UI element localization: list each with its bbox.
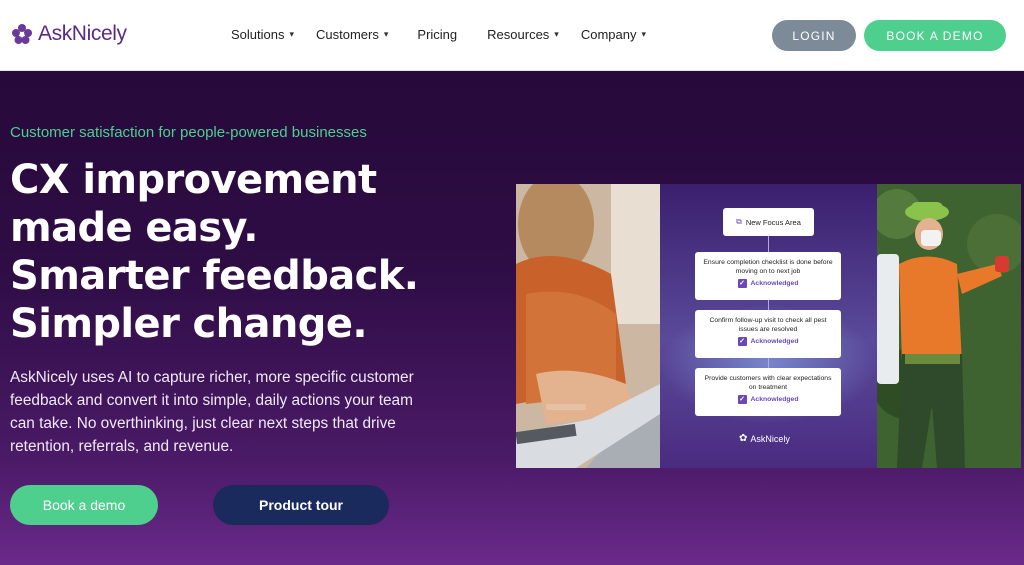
product-tour-button[interactable]: Product tour — [213, 485, 389, 525]
asknicely-logo[interactable]: AskNicely — [10, 22, 127, 46]
asknicely-flower-icon: ✿ — [739, 433, 748, 444]
nav-item-resources[interactable]: Resources ▾ — [487, 27, 559, 42]
brand-name: AskNicely — [38, 22, 127, 45]
nav-item-solutions[interactable]: Solutions ▾ — [231, 27, 294, 42]
focus-area-card[interactable]: ⧉ New Focus Area — [723, 208, 814, 236]
panel-brand-logo: ✿ AskNicely — [739, 433, 790, 444]
focus-area-title: New Focus Area — [745, 217, 801, 227]
main-nav: Solutions ▾ Customers ▾ Pricing Resource… — [231, 27, 668, 42]
status-label: Acknowledged — [750, 338, 799, 345]
task-text: Confirm follow-up visit to check all pes… — [709, 317, 827, 333]
woman-laptop-photo — [516, 184, 660, 468]
task-text: Provide customers with clear expectation… — [704, 375, 832, 391]
nav-label: Customers — [316, 27, 379, 42]
headline-line: CX improvement — [10, 157, 377, 203]
woman-laptop-illustration — [516, 184, 660, 468]
nav-item-pricing[interactable]: Pricing — [417, 27, 457, 42]
acknowledged-status: ✓ Acknowledged — [701, 337, 835, 346]
nav-label: Solutions — [231, 27, 285, 42]
hero-headline: CX improvement made easy. Smarter feedba… — [10, 156, 480, 348]
acknowledged-status: ✓ Acknowledged — [701, 395, 835, 404]
panel-brand-name: AskNicely — [750, 433, 790, 444]
technician-illustration — [877, 184, 1021, 468]
task-card[interactable]: Ensure completion checklist is done befo… — [695, 252, 841, 300]
headline-line: made easy. — [10, 205, 258, 251]
checkbox-checked-icon: ✓ — [737, 337, 747, 346]
chevron-down-icon: ▾ — [289, 29, 295, 39]
nav-label: Company — [580, 27, 637, 42]
headline-line: Simpler change. — [10, 301, 368, 347]
copy-icon: ⧉ — [736, 217, 742, 226]
acknowledged-status: ✓ Acknowledged — [701, 279, 835, 288]
checkbox-checked-icon: ✓ — [737, 395, 747, 404]
book-demo-header-button[interactable]: BOOK A DEMO — [864, 20, 1006, 51]
nav-item-company[interactable]: Company ▾ — [581, 27, 646, 42]
checkbox-checked-icon: ✓ — [737, 279, 747, 288]
pest-technician-photo — [877, 184, 1021, 468]
headline-line: Smarter feedback. — [10, 253, 419, 299]
top-navbar: AskNicely Solutions ▾ Customers ▾ Pricin… — [0, 0, 1024, 71]
hero-eyebrow: Customer satisfaction for people-powered… — [10, 124, 367, 141]
focus-area-panel: ⧉ New Focus Area Ensure completion check… — [660, 184, 877, 468]
book-demo-button[interactable]: Book a demo — [10, 485, 158, 525]
chevron-down-icon: ▾ — [383, 29, 389, 39]
status-label: Acknowledged — [750, 280, 799, 287]
login-button[interactable]: LOGIN — [772, 20, 856, 51]
hero-collage: ⧉ New Focus Area Ensure completion check… — [516, 184, 1021, 468]
nav-item-customers[interactable]: Customers ▾ — [316, 27, 388, 42]
asknicely-flower-icon — [12, 24, 32, 44]
chevron-down-icon: ▾ — [554, 29, 559, 39]
task-card[interactable]: Provide customers with clear expectation… — [695, 368, 841, 416]
task-text: Ensure completion checklist is done befo… — [703, 259, 833, 275]
task-card[interactable]: Confirm follow-up visit to check all pes… — [695, 310, 841, 358]
nav-label: Pricing — [417, 27, 458, 42]
status-label: Acknowledged — [750, 396, 799, 403]
chevron-down-icon: ▾ — [641, 29, 646, 39]
hero-description: AskNicely uses AI to capture richer, mor… — [10, 369, 414, 455]
nav-label: Resources — [487, 27, 550, 42]
